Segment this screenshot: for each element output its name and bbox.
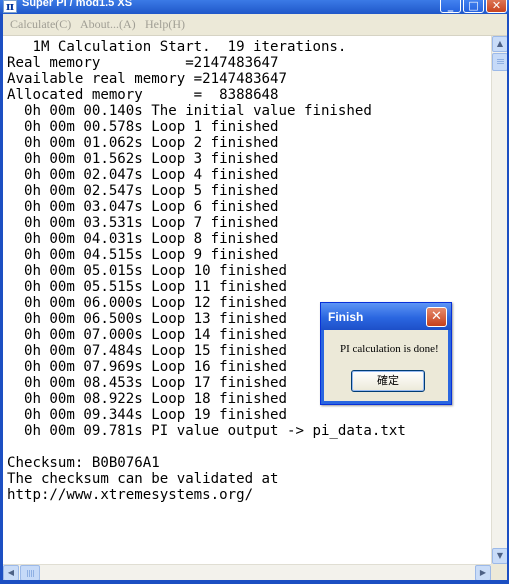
menu-help[interactable]: Help(H): [145, 17, 185, 32]
console-line: 0h 00m 00.140s The initial value finishe…: [7, 103, 372, 119]
vertical-scroll-thumb[interactable]: [492, 53, 508, 71]
scrollbar-corner: [491, 564, 507, 580]
dialog-message: PI calculation is done!: [340, 343, 439, 355]
menu-calculate[interactable]: Calculate(C): [10, 17, 71, 32]
console-line: 1M Calculation Start. 19 iterations.: [7, 39, 347, 55]
grip-icon: [27, 570, 34, 577]
scroll-up-button[interactable]: ▲: [492, 36, 508, 52]
menu-bar: Calculate(C) About...(A) Help(H): [2, 14, 507, 36]
dialog-close-button[interactable]: ✕: [426, 307, 447, 327]
console-line: Allocated memory = 8388648: [7, 87, 279, 103]
console-line: Checksum: B0B076A1: [7, 455, 160, 471]
console-line: The checksum can be validated at: [7, 471, 279, 487]
console-line: 0h 00m 05.515s Loop 11 finished: [7, 279, 288, 295]
console-line: 0h 00m 03.047s Loop 6 finished: [7, 199, 279, 215]
console-line: 0h 00m 00.578s Loop 1 finished: [7, 119, 279, 135]
horizontal-scroll-thumb[interactable]: [20, 565, 40, 581]
menu-about[interactable]: About...(A): [80, 17, 136, 32]
horizontal-scrollbar[interactable]: ◀ ▶: [3, 564, 491, 581]
grip-icon: [497, 59, 504, 65]
window-title: Super PI / mod1.5 XS: [22, 0, 133, 9]
scroll-down-button[interactable]: ▼: [492, 548, 508, 564]
console-line: 0h 00m 05.015s Loop 10 finished: [7, 263, 288, 279]
dialog-title-bar[interactable]: Finish ✕: [321, 303, 451, 330]
minimize-button[interactable]: _: [440, 0, 461, 13]
ok-button[interactable]: 確定: [351, 370, 425, 392]
pi-icon[interactable]: π: [3, 0, 17, 13]
console-line: 0h 00m 09.344s Loop 19 finished: [7, 407, 288, 423]
console-line: 0h 00m 02.547s Loop 5 finished: [7, 183, 279, 199]
vertical-scrollbar[interactable]: ▲ ▼: [491, 36, 508, 564]
window-border: [0, 580, 509, 584]
console-line: 0h 00m 09.781s PI value output -> pi_dat…: [7, 423, 406, 439]
console-line: 0h 00m 01.562s Loop 3 finished: [7, 151, 279, 167]
maximize-button[interactable]: □: [463, 0, 484, 13]
title-bar[interactable]: π Super PI / mod1.5 XS _ □ ✕: [0, 0, 509, 14]
console-line: 0h 00m 03.531s Loop 7 finished: [7, 215, 279, 231]
console-line: 0h 00m 04.515s Loop 9 finished: [7, 247, 279, 263]
console-line: 0h 00m 04.031s Loop 8 finished: [7, 231, 279, 247]
console-text: 1M Calculation Start. 19 iterations. Real…: [7, 39, 406, 503]
scroll-right-button[interactable]: ▶: [475, 565, 491, 581]
console-line: 0h 00m 02.047s Loop 4 finished: [7, 167, 279, 183]
scroll-left-button[interactable]: ◀: [3, 565, 19, 581]
finish-dialog: Finish ✕ PI calculation is done! 確定: [320, 302, 452, 405]
main-window: π Super PI / mod1.5 XS _ □ ✕ Calculate(C…: [0, 0, 509, 584]
console-line: 0h 00m 01.062s Loop 2 finished: [7, 135, 279, 151]
dialog-title: Finish: [328, 310, 364, 324]
window-border: [0, 14, 3, 584]
close-button[interactable]: ✕: [486, 0, 507, 13]
dialog-body: PI calculation is done! 確定: [321, 330, 451, 404]
console-line: Available real memory =2147483647: [7, 71, 288, 87]
console-line: http://www.xtremesystems.org/: [7, 487, 254, 503]
console-line: Real memory =2147483647: [7, 55, 279, 71]
output-console[interactable]: 1M Calculation Start. 19 iterations. Real…: [3, 36, 491, 564]
